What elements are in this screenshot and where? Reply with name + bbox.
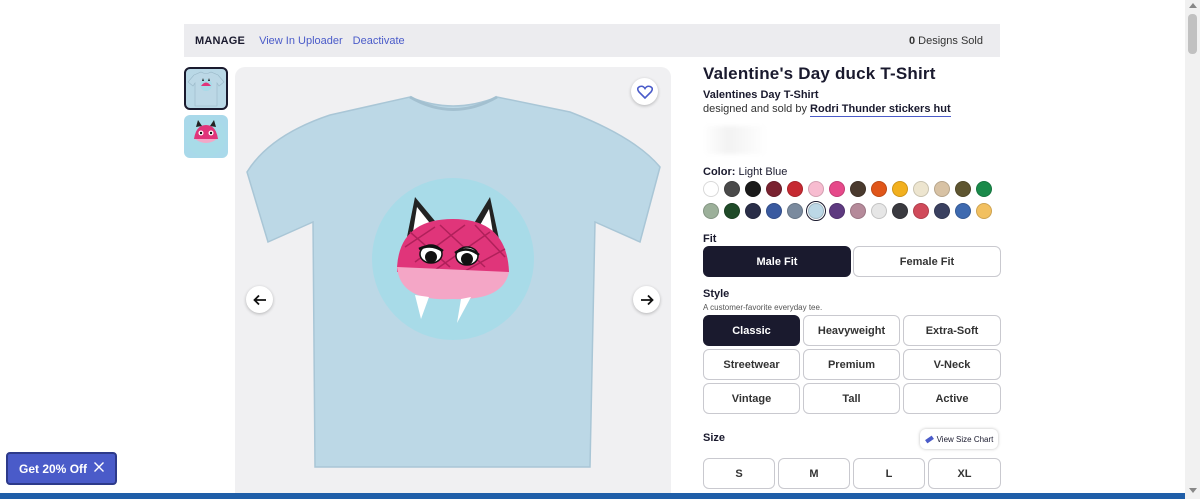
style-description: A customer-favorite everyday tee. — [703, 303, 823, 312]
color-swatch-heather-navy[interactable] — [934, 203, 950, 219]
color-swatch-olive[interactable] — [955, 181, 971, 197]
color-selected-name: Light Blue — [738, 166, 788, 178]
shop-link[interactable]: Rodri Thunder stickers hut — [810, 103, 951, 117]
fit-option-female[interactable]: Female Fit — [853, 246, 1001, 277]
promo-label: Get 20% Off — [19, 461, 88, 476]
color-swatches — [703, 181, 1003, 221]
tshirt-illustration — [246, 95, 661, 468]
color-swatch-orange[interactable] — [871, 181, 887, 197]
color-swatch-navy[interactable] — [745, 203, 761, 219]
designs-sold-label: Designs Sold — [918, 34, 983, 47]
byline: designed and sold by Rodri Thunder stick… — [703, 103, 1001, 117]
color-swatch-dark-gray[interactable] — [724, 181, 740, 197]
style-label: Style — [703, 288, 730, 300]
designs-sold: 0 Designs Sold — [909, 35, 983, 47]
size-option-l[interactable]: L — [853, 458, 925, 489]
product-image — [235, 67, 671, 499]
promo-button[interactable]: Get 20% Off — [6, 452, 117, 485]
color-swatch-light-blue[interactable] — [806, 201, 826, 221]
color-swatch-royal-blue[interactable] — [766, 203, 782, 219]
size-option-xl[interactable]: XL — [928, 458, 1001, 489]
designs-sold-count: 0 — [909, 34, 916, 47]
color-swatch-forest-green[interactable] — [724, 203, 740, 219]
style-option-streetwear[interactable]: Streetwear — [703, 349, 800, 380]
style-option-premium[interactable]: Premium — [803, 349, 900, 380]
style-option-vintage[interactable]: Vintage — [703, 383, 800, 414]
byline-prefix: designed and sold by — [703, 103, 807, 115]
thumbnail-design[interactable] — [184, 115, 228, 158]
color-swatch-mauve[interactable] — [850, 203, 866, 219]
size-option-m[interactable]: M — [778, 458, 850, 489]
color-swatch-hot-pink[interactable] — [829, 181, 845, 197]
scrollbar-thumb[interactable] — [1188, 14, 1197, 54]
color-swatch-slate[interactable] — [787, 203, 803, 219]
size-option-s[interactable]: S — [703, 458, 775, 489]
scrollbar[interactable] — [1185, 0, 1200, 499]
next-image-button[interactable] — [633, 286, 660, 313]
color-swatch-tan[interactable] — [934, 181, 950, 197]
manage-label: MANAGE — [195, 34, 246, 47]
color-swatch-purple[interactable] — [829, 203, 845, 219]
product-info: Valentine's Day duck T-Shirt Valentines … — [703, 64, 1001, 117]
color-swatch-charcoal[interactable] — [892, 203, 908, 219]
style-option-heavyweight[interactable]: Heavyweight — [803, 315, 900, 346]
color-swatch-black[interactable] — [745, 181, 761, 197]
view-in-uploader-link[interactable]: View In Uploader — [259, 35, 343, 47]
color-swatch-light-pink[interactable] — [808, 181, 824, 197]
previous-image-button[interactable] — [246, 286, 273, 313]
close-icon[interactable] — [93, 461, 105, 473]
deactivate-link[interactable]: Deactivate — [353, 35, 405, 47]
thumbnail-tshirt[interactable] — [184, 67, 228, 110]
size-label: Size — [703, 432, 726, 444]
price-blurred — [703, 126, 767, 154]
product-page: MANAGE View In Uploader Deactivate 0 Desi… — [0, 0, 1200, 499]
manage-bar: MANAGE View In Uploader Deactivate 0 Desi… — [184, 24, 1000, 57]
color-swatch-sage[interactable] — [703, 203, 719, 219]
fit-label: Fit — [703, 233, 717, 245]
view-size-chart-button[interactable]: View Size Chart — [920, 429, 998, 449]
style-option-v-neck[interactable]: V-Neck — [903, 349, 1001, 380]
style-option-classic[interactable]: Classic — [703, 315, 800, 346]
color-swatch-brown[interactable] — [850, 181, 866, 197]
favorite-button[interactable] — [631, 78, 658, 105]
arrow-right-icon — [640, 294, 654, 305]
product-subtitle: Valentines Day T-Shirt — [703, 89, 819, 101]
color-swatch-heather-red[interactable] — [913, 203, 929, 219]
color-label-title: Color: — [703, 166, 736, 178]
color-swatch-red[interactable] — [787, 181, 803, 197]
product-title: Valentine's Day duck T-Shirt — [703, 64, 936, 83]
color-swatch-gold[interactable] — [892, 181, 908, 197]
fit-option-male[interactable]: Male Fit — [703, 246, 851, 277]
ruler-icon — [924, 435, 934, 443]
arrow-left-icon — [252, 294, 266, 305]
scroll-down-arrow-icon[interactable] — [1189, 488, 1197, 493]
color-swatch-white[interactable] — [703, 181, 719, 197]
scroll-up-arrow-icon[interactable] — [1189, 3, 1197, 8]
view-size-chart-label: View Size Chart — [936, 434, 994, 444]
color-swatch-heather-white[interactable] — [871, 203, 887, 219]
color-swatch-cream[interactable] — [913, 181, 929, 197]
color-swatch-kelly-green[interactable] — [976, 181, 992, 197]
color-swatch-tie-dye[interactable] — [976, 203, 992, 219]
color-swatch-heather-blue[interactable] — [955, 203, 971, 219]
style-option-extra-soft[interactable]: Extra-Soft — [903, 315, 1001, 346]
bottom-bar — [0, 493, 1200, 499]
color-label: Color: Light Blue — [703, 166, 787, 178]
style-option-tall[interactable]: Tall — [803, 383, 900, 414]
style-option-active[interactable]: Active — [903, 383, 1001, 414]
color-swatch-maroon[interactable] — [766, 181, 782, 197]
heart-icon — [636, 84, 653, 99]
